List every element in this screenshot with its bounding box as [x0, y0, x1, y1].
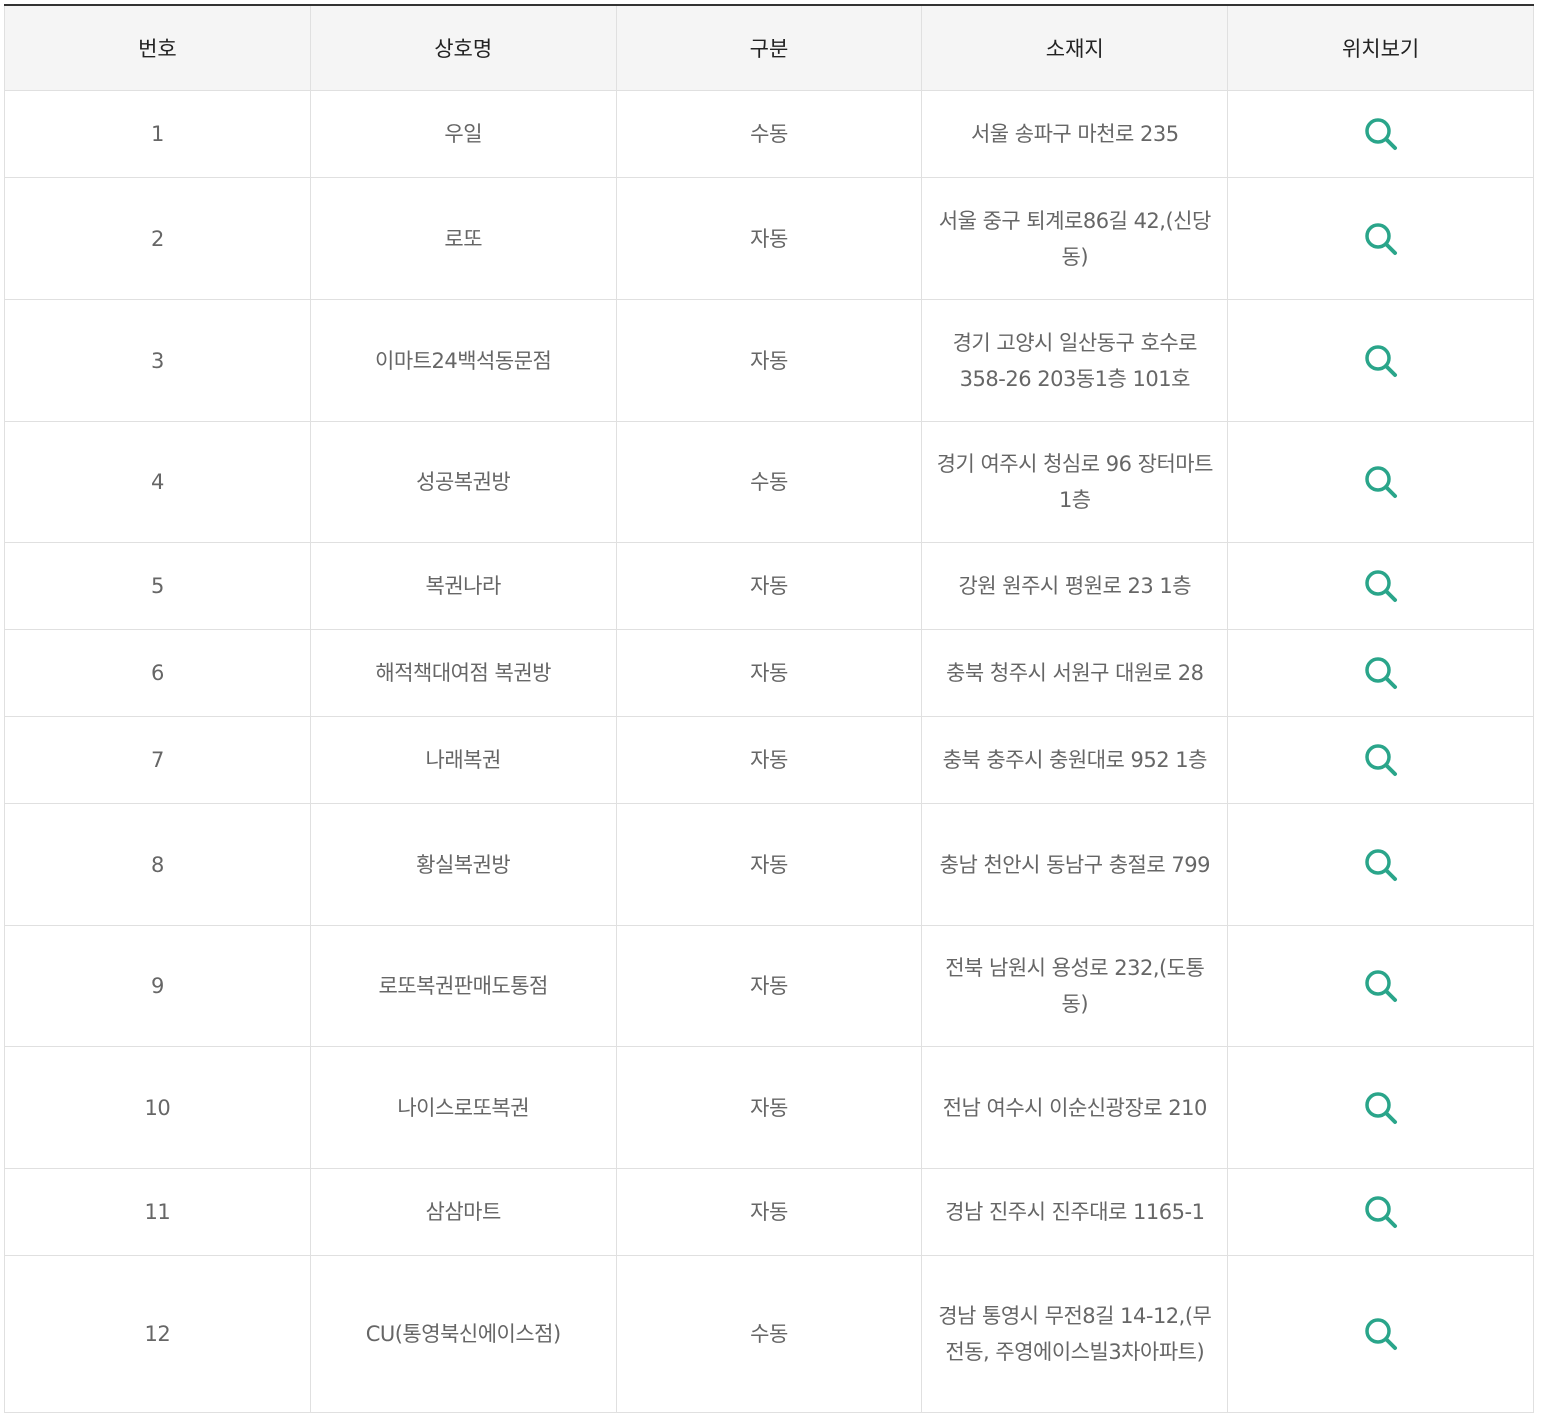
cell-type: 수동 — [615, 1255, 923, 1413]
cell-type: 자동 — [615, 177, 923, 300]
cell-view-location — [1227, 803, 1534, 926]
cell-view-location — [1227, 90, 1534, 178]
cell-address: 전북 남원시 용성로 232,(도통동) — [921, 925, 1229, 1047]
cell-address: 충남 천안시 동남구 충절로 799 — [921, 803, 1229, 926]
cell-number: 12 — [4, 1255, 311, 1413]
cell-store-name: 삼삼마트 — [309, 1168, 617, 1256]
search-icon[interactable] — [1361, 566, 1401, 606]
cell-store-name: CU(통영북신에이스점) — [309, 1255, 617, 1413]
cell-type: 자동 — [615, 542, 923, 630]
cell-view-location — [1227, 925, 1534, 1047]
cell-store-name: 해적책대여점 복권방 — [309, 629, 617, 717]
table-row: 10 나이스로또복권 자동 전남 여수시 이순신광장로 210 — [4, 1046, 1534, 1169]
cell-type: 자동 — [615, 629, 923, 717]
cell-store-name: 나이스로또복권 — [309, 1046, 617, 1169]
store-list: 번호 상호명 구분 소재지 위치보기 1 우일 수동 서울 송파구 마천로 235 2 로… — [4, 4, 1534, 1413]
search-icon[interactable] — [1361, 1192, 1401, 1232]
cell-number: 10 — [4, 1046, 311, 1169]
cell-type: 자동 — [615, 925, 923, 1047]
table-row: 1 우일 수동 서울 송파구 마천로 235 — [4, 90, 1534, 178]
search-icon[interactable] — [1361, 653, 1401, 693]
cell-number: 7 — [4, 716, 311, 804]
table-row: 8 황실복권방 자동 충남 천안시 동남구 충절로 799 — [4, 803, 1534, 926]
table-row: 6 해적책대여점 복권방 자동 충북 청주시 서원구 대원로 28 — [4, 629, 1534, 717]
search-icon[interactable] — [1361, 1088, 1401, 1128]
search-icon[interactable] — [1361, 114, 1401, 154]
cell-store-name: 로또 — [309, 177, 617, 300]
table-row: 4 성공복권방 수동 경기 여주시 청심로 96 장터마트 1층 — [4, 421, 1534, 543]
cell-store-name: 복권나라 — [309, 542, 617, 630]
cell-address: 서울 송파구 마천로 235 — [921, 90, 1229, 178]
cell-store-name: 나래복권 — [309, 716, 617, 804]
cell-view-location — [1227, 542, 1534, 630]
column-header-type: 구분 — [615, 5, 923, 91]
cell-type: 자동 — [615, 1168, 923, 1256]
table-row: 9 로또복권판매도통점 자동 전북 남원시 용성로 232,(도통동) — [4, 925, 1534, 1047]
cell-address: 충북 청주시 서원구 대원로 28 — [921, 629, 1229, 717]
cell-type: 자동 — [615, 299, 923, 422]
table-row: 3 이마트24백석동문점 자동 경기 고양시 일산동구 호수로 358-26 203동… — [4, 299, 1534, 422]
cell-store-name: 성공복권방 — [309, 421, 617, 543]
cell-type: 자동 — [615, 803, 923, 926]
cell-number: 5 — [4, 542, 311, 630]
cell-view-location — [1227, 629, 1534, 717]
cell-address: 서울 중구 퇴계로86길 42,(신당동) — [921, 177, 1229, 300]
cell-address: 강원 원주시 평원로 23 1층 — [921, 542, 1229, 630]
table-row: 5 복권나라 자동 강원 원주시 평원로 23 1층 — [4, 542, 1534, 630]
search-icon[interactable] — [1361, 341, 1401, 381]
cell-store-name: 로또복권판매도통점 — [309, 925, 617, 1047]
cell-store-name: 황실복권방 — [309, 803, 617, 926]
cell-address: 충북 충주시 충원대로 952 1층 — [921, 716, 1229, 804]
table-row: 11 삼삼마트 자동 경남 진주시 진주대로 1165-1 — [4, 1168, 1534, 1256]
cell-number: 11 — [4, 1168, 311, 1256]
column-header-address: 소재지 — [921, 5, 1229, 91]
cell-address: 경기 여주시 청심로 96 장터마트 1층 — [921, 421, 1229, 543]
cell-number: 3 — [4, 299, 311, 422]
cell-number: 4 — [4, 421, 311, 543]
cell-store-name: 우일 — [309, 90, 617, 178]
cell-view-location — [1227, 299, 1534, 422]
search-icon[interactable] — [1361, 845, 1401, 885]
cell-view-location — [1227, 177, 1534, 300]
search-icon[interactable] — [1361, 740, 1401, 780]
search-icon[interactable] — [1361, 219, 1401, 259]
cell-view-location — [1227, 1046, 1534, 1169]
cell-view-location — [1227, 1168, 1534, 1256]
cell-type: 수동 — [615, 421, 923, 543]
column-header-view-location: 위치보기 — [1227, 5, 1534, 91]
search-icon[interactable] — [1361, 462, 1401, 502]
table-row: 12 CU(통영북신에이스점) 수동 경남 통영시 무전8길 14-12,(무전동, … — [4, 1255, 1534, 1413]
cell-number: 6 — [4, 629, 311, 717]
search-icon[interactable] — [1361, 966, 1401, 1006]
cell-address: 경남 통영시 무전8길 14-12,(무전동, 주영에이스빌3차아파트) — [921, 1255, 1229, 1413]
cell-view-location — [1227, 716, 1534, 804]
store-table: 번호 상호명 구분 소재지 위치보기 1 우일 수동 서울 송파구 마천로 235 2 로… — [4, 4, 1534, 1413]
cell-view-location — [1227, 421, 1534, 543]
cell-view-location — [1227, 1255, 1534, 1413]
table-body: 1 우일 수동 서울 송파구 마천로 235 2 로또 자동 서울 중구 퇴계로86길 42,… — [4, 90, 1534, 1413]
cell-address: 경기 고양시 일산동구 호수로 358-26 203동1층 101호 — [921, 299, 1229, 422]
column-header-store-name: 상호명 — [309, 5, 617, 91]
search-icon[interactable] — [1361, 1314, 1401, 1354]
table-row: 7 나래복권 자동 충북 충주시 충원대로 952 1층 — [4, 716, 1534, 804]
column-header-number: 번호 — [4, 5, 311, 91]
cell-number: 8 — [4, 803, 311, 926]
cell-store-name: 이마트24백석동문점 — [309, 299, 617, 422]
cell-address: 전남 여수시 이순신광장로 210 — [921, 1046, 1229, 1169]
cell-type: 자동 — [615, 716, 923, 804]
cell-number: 9 — [4, 925, 311, 1047]
cell-number: 2 — [4, 177, 311, 300]
cell-address: 경남 진주시 진주대로 1165-1 — [921, 1168, 1229, 1256]
cell-type: 수동 — [615, 90, 923, 178]
cell-number: 1 — [4, 90, 311, 178]
table-header-row: 번호 상호명 구분 소재지 위치보기 — [4, 5, 1534, 91]
cell-type: 자동 — [615, 1046, 923, 1169]
table-row: 2 로또 자동 서울 중구 퇴계로86길 42,(신당동) — [4, 177, 1534, 300]
